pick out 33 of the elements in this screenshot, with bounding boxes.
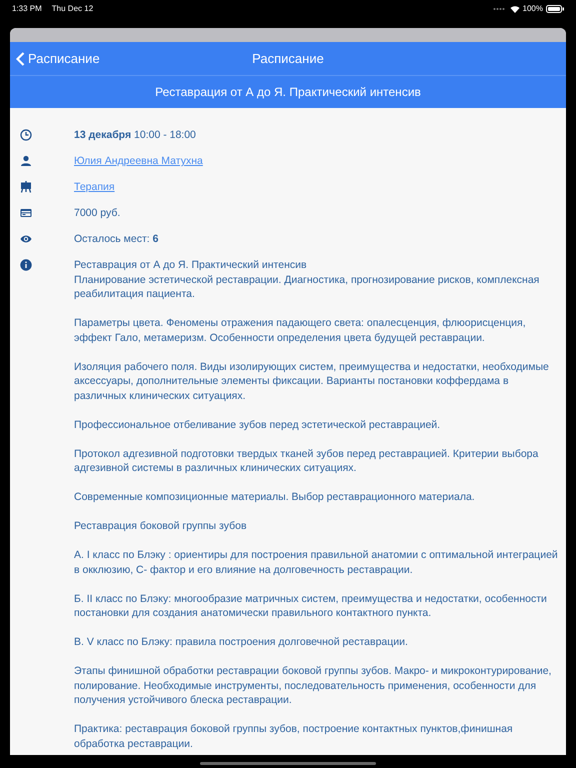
info-text: Осталось мест: 6	[74, 232, 158, 246]
chevron-left-icon	[16, 52, 25, 66]
signal-icon	[492, 7, 507, 11]
info-text: 7000 руб.	[74, 206, 120, 220]
description-paragraph: Протокол адгезивной подготовки твердых тканей зубов перед реставрацией. Критерии выбора адгезивной системы в различных клинических ситуациях.	[74, 446, 540, 476]
status-time: 1:33 PM	[12, 3, 42, 15]
battery-level: 100%	[522, 3, 543, 15]
description-paragraph: Профессиональное отбеливание зубов перед эстетической реставрацией.	[74, 418, 442, 432]
battery-icon	[546, 5, 564, 13]
description-paragraph: Параметры цвета. Феномены отражения падающего света: опалесценция, флюорисценция, эффект Гало, метамеризм. Особенности определения цвета будущей реставрации.	[74, 316, 527, 345]
info-link[interactable]: Терапия	[74, 180, 115, 194]
description-paragraph: Этапы финишной обработки реставрации боковой группы зубов. Макро- и микроконтурирование, полирование. Необходимые инструменты, последовательность применения, особенности для получения устойчивого блеска реставрации.	[74, 664, 552, 708]
info-icon	[20, 259, 32, 271]
event-date-time: 13 декабря 10:00 - 18:00	[74, 128, 196, 142]
description-paragraph: Реставрация боковой группы зубов	[74, 519, 248, 534]
description-paragraph: Б. II класс по Блэку: многообразие матричных систем, преимущества и недостатки, особенности постановки для создания анатомически правильного контактного пункта.	[74, 592, 548, 620]
description-paragraph: А. I класс по Блэку : ориентиры для построения правильной анатомии с оптимальной интеграцией в окклюзию, С- фактор и его влияние на долговечность реставрации.	[74, 548, 558, 577]
status-date: Thu Dec 12	[52, 3, 94, 15]
back-button[interactable]: Расписание	[16, 48, 100, 68]
event-title: Реставрация от А до Я. Практический интенсив	[10, 76, 566, 108]
info-link[interactable]: Юлия Андреевна Матухна	[74, 154, 203, 168]
nav-title: Расписание	[252, 50, 324, 68]
easel-icon	[20, 181, 32, 193]
clock-icon	[20, 129, 32, 141]
person-icon	[20, 155, 32, 167]
description-paragraph: Реставрация от А до Я. Практический интенсив Планирование эстетической реставрации. Диагностика, прогнозирование рисков, комплексная реабилитация пациента.	[74, 258, 540, 302]
description-paragraph: Современные композиционные материалы. Выбор реставрационного материала.	[74, 490, 476, 504]
wifi-icon	[510, 5, 520, 13]
eye-icon	[20, 233, 32, 245]
description-paragraph: Изоляция рабочего поля. Виды изолирующих систем, преимущества и недостатки, необходимые аксессуары, дополнительные элементы фиксации. Варианты постановки коффердама в различных клинических ситуациях.	[74, 360, 550, 403]
credit-card-icon	[20, 207, 32, 219]
description-paragraph: Практика: реставрация боковой группы зубов, построение контактных пунктов,финишная обработка реставрации.	[74, 722, 514, 751]
description-paragraph: В. V класс по Блэку: правила построения долговечной реставрации.	[74, 635, 409, 650]
